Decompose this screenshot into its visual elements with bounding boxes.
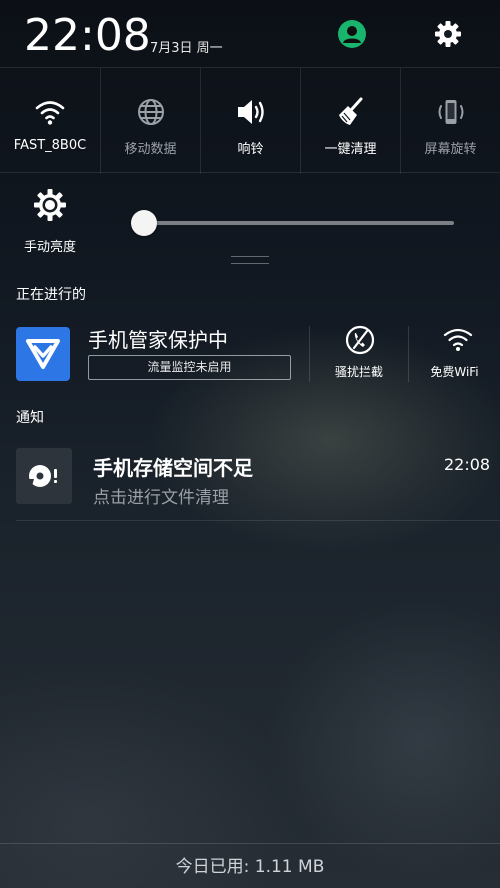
toggle-screen-rotation-label: 屏幕旋转: [424, 142, 477, 157]
block-call-label[interactable]: 骚扰拦截: [310, 363, 408, 380]
toggle-screen-rotation[interactable]: 屏幕旋转: [400, 68, 500, 174]
phone-manager-shield-icon[interactable]: [16, 327, 70, 381]
traffic-monitor-status[interactable]: 流量监控未启用: [88, 355, 291, 380]
gear-icon[interactable]: [433, 19, 463, 49]
storage-warning-icon[interactable]: [16, 448, 72, 504]
notification-divider: [16, 520, 500, 521]
user-avatar-icon[interactable]: [338, 20, 366, 48]
wifi-icon[interactable]: [443, 326, 473, 354]
toggle-ringer[interactable]: 响铃: [200, 68, 300, 174]
free-wifi-label[interactable]: 免费WiFi: [409, 363, 500, 380]
storage-notification-subtitle[interactable]: 点击进行文件清理: [93, 483, 229, 508]
clock-time: 22:08: [24, 10, 151, 61]
quick-settings-panel: FAST_8B0C 移动数据 响铃 一键清理 屏幕旋转: [0, 67, 500, 174]
date-label: 7月3日 周一: [150, 41, 223, 56]
phone-manager-title[interactable]: 手机管家保护中: [88, 324, 228, 353]
notifications-section-title: 通知: [16, 410, 44, 426]
speaker-icon: [235, 96, 267, 128]
storage-notification-time: 22:08: [444, 455, 491, 474]
toggle-mobile-data[interactable]: 移动数据: [100, 68, 200, 174]
wifi-icon: [34, 96, 66, 128]
toggle-ringer-label: 响铃: [237, 142, 264, 157]
ongoing-section-title: 正在进行的: [16, 287, 86, 303]
toggle-wifi-label: FAST_8B0C: [13, 138, 87, 153]
broom-icon: [335, 96, 367, 128]
data-usage-footer: 今日已用: 1.11 MB: [175, 857, 325, 877]
footer-divider: [0, 843, 500, 844]
rotate-phone-icon: [435, 96, 467, 128]
brightness-slider-track[interactable]: [144, 221, 454, 225]
drag-handle[interactable]: [231, 256, 269, 264]
brightness-label: 手动亮度: [23, 240, 76, 255]
block-call-icon[interactable]: [345, 325, 375, 355]
brightness-slider-thumb[interactable]: [131, 210, 157, 236]
toggle-wifi[interactable]: FAST_8B0C: [0, 68, 100, 174]
toggle-one-key-clean-label: 一键清理: [324, 142, 377, 157]
globe-icon: [135, 96, 167, 128]
toggle-one-key-clean[interactable]: 一键清理: [300, 68, 400, 174]
toggle-mobile-data-label: 移动数据: [124, 142, 177, 157]
storage-notification-title[interactable]: 手机存储空间不足: [93, 452, 253, 481]
brightness-icon[interactable]: [33, 188, 67, 222]
